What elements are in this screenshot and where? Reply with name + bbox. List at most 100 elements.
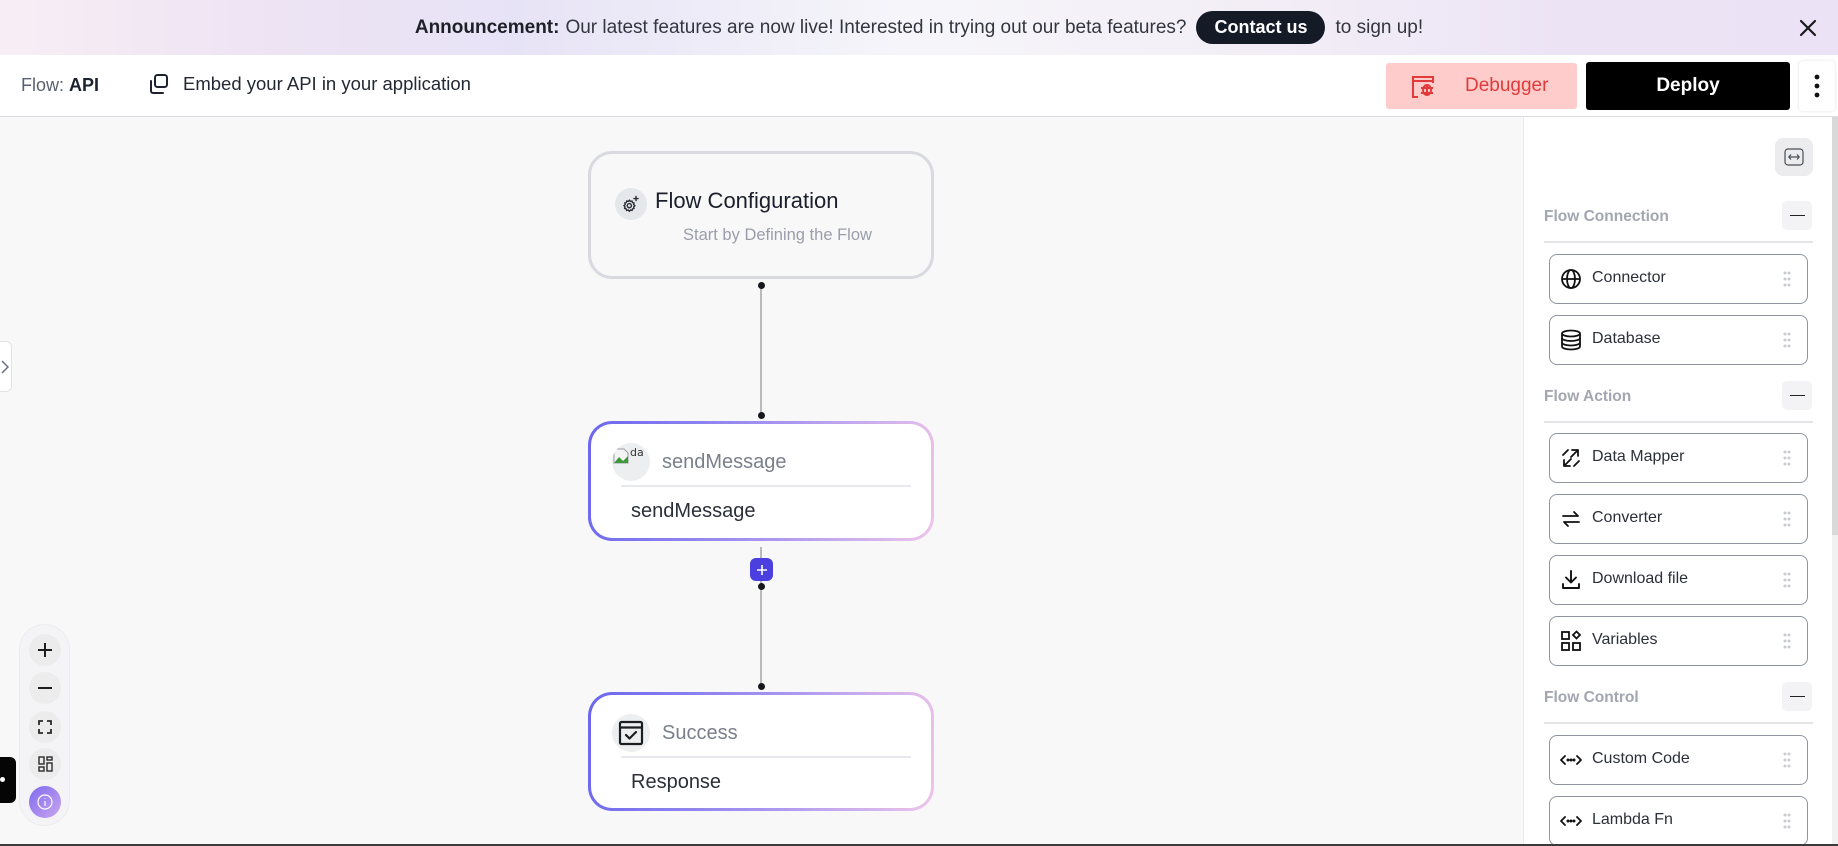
- node-header-label: sendMessage: [662, 451, 787, 473]
- node-divider: [621, 756, 911, 758]
- palette-item-label: Download file: [1592, 570, 1689, 587]
- announcement-label: Announcement:: [414, 16, 560, 38]
- more-options-button[interactable]: [1799, 61, 1835, 111]
- code-icon: [1560, 755, 1582, 765]
- section-divider: [1544, 722, 1813, 724]
- bug-window-icon: [1412, 76, 1434, 98]
- palette-item-label: Data Mapper: [1592, 448, 1685, 465]
- edge-config-to-send: [760, 285, 762, 415]
- expand-horizontal-icon: [1784, 148, 1804, 166]
- palette-item-lambda-fn[interactable]: Lambda Fn: [1549, 796, 1808, 846]
- zoom-out-button[interactable]: [29, 672, 61, 704]
- handle-send-bottom[interactable]: [758, 583, 765, 590]
- palette-item-data-mapper[interactable]: Data Mapper: [1549, 433, 1808, 483]
- plus-icon: [38, 643, 52, 657]
- layout-grid-icon: [37, 756, 53, 772]
- collapse-flow-connection-button[interactable]: [1782, 201, 1812, 230]
- palette-item-variables[interactable]: Variables: [1549, 616, 1808, 666]
- palette-item-label: Lambda Fn: [1592, 811, 1673, 828]
- node-icon-wrap: da: [612, 443, 650, 481]
- success-response-node[interactable]: Success Response: [588, 692, 934, 811]
- palette-item-download-file[interactable]: Download file: [1549, 555, 1808, 605]
- close-announcement-button[interactable]: [1794, 14, 1822, 42]
- flow-canvas[interactable]: Flow Configuration Start by Defining the…: [0, 117, 1523, 844]
- minus-icon: [38, 687, 52, 689]
- node-divider: [621, 485, 911, 487]
- close-icon: [1799, 19, 1817, 37]
- settings-sparkle-icon: [623, 195, 639, 213]
- svg-text:da: da: [630, 446, 644, 459]
- converter-icon: [1562, 511, 1580, 527]
- flow-configuration-node[interactable]: Flow Configuration Start by Defining the…: [588, 151, 934, 279]
- minus-icon: [1789, 214, 1805, 217]
- drag-handle-icon[interactable]: [1783, 332, 1791, 348]
- node-title: Flow Configuration: [655, 188, 839, 213]
- palette-item-connector[interactable]: Connector: [1549, 254, 1808, 304]
- node-icon-wrap: [615, 188, 647, 220]
- collapse-flow-control-button[interactable]: [1782, 682, 1812, 711]
- variables-icon: [1561, 630, 1582, 651]
- info-button[interactable]: [29, 786, 61, 818]
- add-step-button[interactable]: [750, 558, 773, 581]
- palette-item-converter[interactable]: Converter: [1549, 494, 1808, 544]
- fit-view-button[interactable]: [29, 711, 61, 743]
- handle-send-top[interactable]: [758, 412, 765, 419]
- expand-left-panel-button[interactable]: [0, 341, 12, 392]
- section-divider: [1544, 241, 1813, 243]
- fullscreen-icon: [38, 720, 52, 734]
- kebab-menu-icon: [1814, 74, 1820, 98]
- database-icon: [1561, 329, 1581, 351]
- palette-item-label: Custom Code: [1592, 750, 1690, 767]
- embed-api-link[interactable]: Embed your API in your application: [146, 72, 471, 96]
- palette-item-label: Connector: [1592, 269, 1666, 286]
- code-icon: [1560, 816, 1582, 826]
- side-widget-tab[interactable]: [0, 757, 16, 803]
- palette-item-label: Database: [1592, 330, 1661, 347]
- node-body-label: sendMessage: [631, 500, 756, 522]
- flow-title: Flow: API: [21, 75, 99, 96]
- sidebar-scroll-thumb[interactable]: [1832, 117, 1838, 535]
- download-icon: [1562, 570, 1580, 589]
- node-palette-sidebar: Flow Connection Connector Database Flow …: [1523, 117, 1832, 846]
- drag-handle-icon[interactable]: [1783, 511, 1791, 527]
- drag-handle-icon[interactable]: [1783, 752, 1791, 768]
- node-header-label: Success: [662, 722, 738, 744]
- announcement-bar: Announcement: Our latest features are no…: [0, 0, 1838, 55]
- debugger-button[interactable]: Debugger: [1386, 63, 1577, 109]
- handle-success-top[interactable]: [758, 683, 765, 690]
- send-message-node[interactable]: da sendMessage sendMessage: [588, 421, 934, 541]
- minus-icon: [1789, 695, 1805, 698]
- drag-handle-icon[interactable]: [1783, 813, 1791, 829]
- drag-handle-icon[interactable]: [1783, 450, 1791, 466]
- handle-config-bottom[interactable]: [758, 282, 765, 289]
- top-header: Flow: API Embed your API in your applica…: [0, 55, 1838, 117]
- globe-icon: [1561, 269, 1581, 289]
- zoom-in-button[interactable]: [29, 634, 61, 666]
- node-subtitle: Start by Defining the Flow: [683, 226, 872, 244]
- flow-name: API: [69, 75, 100, 95]
- node-icon-wrap: [612, 714, 650, 752]
- palette-item-database[interactable]: Database: [1549, 315, 1808, 365]
- palette-item-custom-code[interactable]: Custom Code: [1549, 735, 1808, 785]
- collapse-flow-action-button[interactable]: [1782, 381, 1812, 410]
- section-title-flow-connection: Flow Connection: [1544, 208, 1669, 225]
- data-mapper-icon: [1562, 449, 1580, 467]
- toggle-sidebar-width-button[interactable]: [1775, 138, 1813, 176]
- calendar-check-icon: [618, 720, 644, 746]
- deploy-button[interactable]: Deploy: [1586, 62, 1790, 110]
- announcement-message: Our latest features are now live! Intere…: [565, 16, 1187, 38]
- contact-us-button[interactable]: Contact us: [1196, 11, 1326, 44]
- sidebar-scrollbar[interactable]: [1832, 117, 1838, 844]
- palette-item-label: Variables: [1592, 631, 1658, 648]
- plus-icon: [756, 564, 767, 575]
- palette-item-label: Converter: [1592, 509, 1663, 526]
- chevron-right-icon: [1, 359, 9, 374]
- node-body-label: Response: [631, 771, 722, 793]
- drag-handle-icon[interactable]: [1783, 271, 1791, 287]
- minimap-toggle-button[interactable]: [29, 748, 61, 780]
- minus-icon: [1789, 394, 1805, 397]
- drag-handle-icon[interactable]: [1783, 633, 1791, 649]
- embed-label: Embed your API in your application: [183, 73, 471, 94]
- debugger-label: Debugger: [1465, 75, 1549, 96]
- drag-handle-icon[interactable]: [1783, 572, 1791, 588]
